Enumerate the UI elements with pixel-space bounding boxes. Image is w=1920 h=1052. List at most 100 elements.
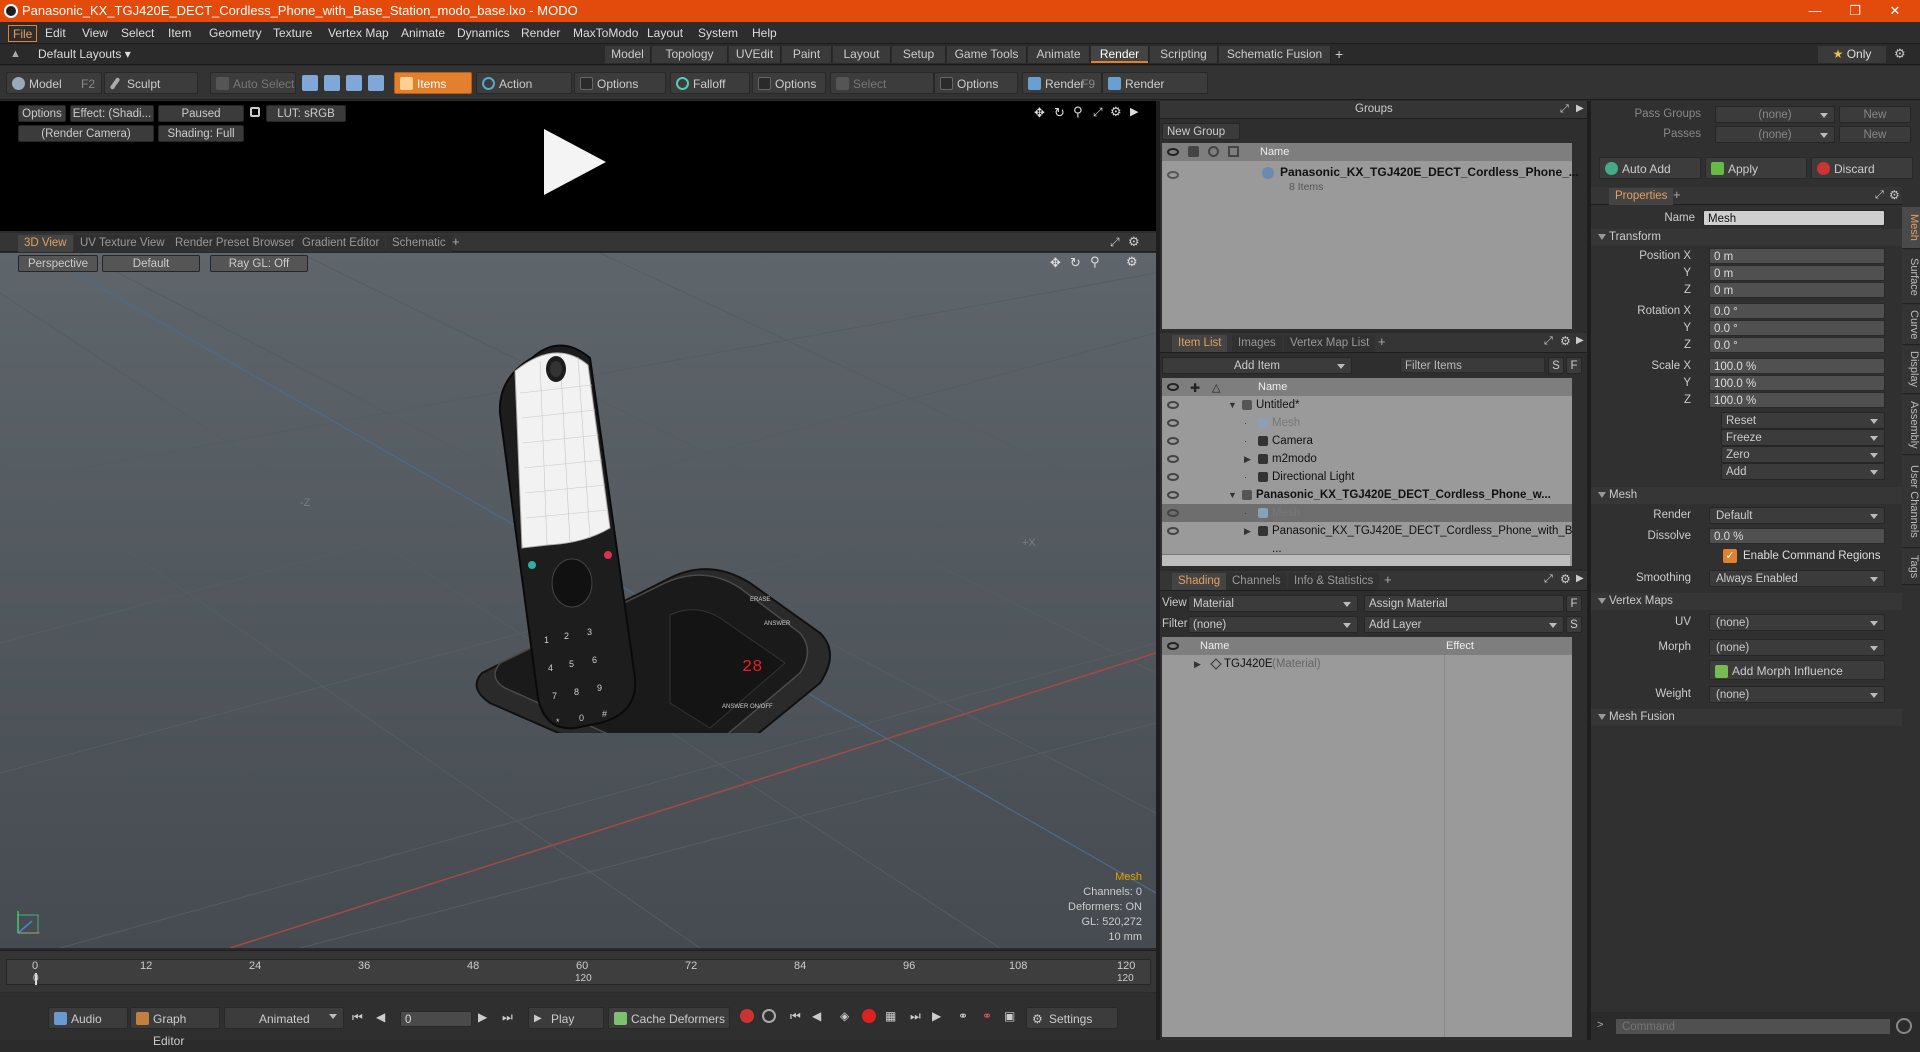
menu-file[interactable]: File [8,25,38,42]
morph-dropdown[interactable]: (none) [1709,639,1885,656]
item-list-gear-icon[interactable]: ⚙ [1560,334,1571,348]
groups-row[interactable]: Panasonic_KX_TGJ420E_DECT_Cordless_Phone… [1162,161,1579,197]
model-button[interactable]: Model F2 [6,72,102,94]
select-through-options-button[interactable]: Options [934,72,1018,94]
materials-mode-icon[interactable] [368,75,384,91]
visibility-icon[interactable] [1167,437,1179,445]
tab-3d-view[interactable]: 3D View [18,235,73,252]
select-through-button[interactable]: Select Through [830,72,934,113]
timeline-panel[interactable]: 0 12 24 36 48 60 72 84 96 108 120 0 120 … [0,950,1156,992]
command-history-icon[interactable] [1896,1018,1912,1034]
vtab-display[interactable]: Display [1902,346,1920,394]
items-mode-button[interactable]: Items [394,72,472,94]
move-view-icon[interactable]: ✥ [1034,105,1045,121]
default-layouts-dropdown[interactable]: Default Layouts ▾ [38,47,131,61]
record-icon[interactable] [862,1009,876,1023]
menu-dynamics[interactable]: Dynamics [457,25,510,42]
mesh-section[interactable]: Mesh [1591,487,1902,504]
key-filter-icon[interactable]: ▣ [1004,1009,1015,1023]
menu-system[interactable]: System [698,25,738,42]
visibility-icon[interactable] [1167,527,1179,535]
position-x-input[interactable]: 0 m [1709,248,1885,264]
tab-shading[interactable]: Shading [1172,573,1227,590]
shading-style-dropdown[interactable]: Default [102,255,200,272]
next-key-icon[interactable]: ⏭ [910,1009,921,1024]
viewport-gear-icon[interactable]: ⚙ [1128,234,1140,250]
uv-dropdown[interactable]: (none) [1709,614,1885,631]
shading-dropdown[interactable]: Shading: Full [158,125,244,142]
item-list-row[interactable]: · Mesh [1162,504,1572,522]
add-layer-dropdown[interactable]: Add Layer [1364,616,1564,633]
restore-icon[interactable]: ❐ [1835,0,1875,22]
minimize-icon[interactable]: — [1795,0,1835,22]
view-gear-icon[interactable]: ⚙ [1110,104,1122,120]
tab-uv-texture-view[interactable]: UV Texture View [74,235,171,252]
collapse-arrow-icon[interactable]: ▼ [1228,486,1237,504]
properties-gear-icon[interactable]: ⚙ [1889,188,1900,202]
filter-dropdown[interactable]: (none) [1188,616,1358,633]
tab-animate[interactable]: Animate [1028,46,1090,63]
viewport-zoom-icon[interactable]: ⚲ [1090,254,1100,270]
viewport-rotate-icon[interactable]: ↻ [1070,255,1081,271]
layout-collapse-icon[interactable]: ▲ [10,48,21,60]
vtab-curve[interactable]: Curve [1902,305,1920,345]
audio-button[interactable]: Audio [48,1007,128,1029]
weight-dropdown[interactable]: (none) [1709,686,1885,703]
shading-gear-icon[interactable]: ⚙ [1560,572,1571,586]
apply-button[interactable]: Apply [1705,157,1807,179]
edges-mode-icon[interactable] [324,75,340,91]
menu-help[interactable]: Help [752,25,777,42]
add-morph-influence-button[interactable]: Add Morph Influence [1709,660,1885,680]
settings-button[interactable]: ⚙ Settings [1026,1007,1118,1029]
auto-select-button[interactable]: Auto Select [210,72,296,94]
tab-item-list[interactable]: Item List [1172,335,1228,352]
polygons-mode-icon[interactable] [346,75,362,91]
scale-x-input[interactable]: 100.0 % [1709,358,1885,374]
menu-vertex-map[interactable]: Vertex Map [328,25,389,42]
position-y-input[interactable]: 0 m [1709,265,1885,281]
raygl-toggle[interactable]: Ray GL: Off [210,255,308,272]
key-all-icon[interactable]: ▦ [885,1009,896,1023]
menu-maxtomodo[interactable]: MaxToModo [573,25,638,42]
scale-y-input[interactable]: 100.0 % [1709,375,1885,391]
action-center-button[interactable]: Action Center [476,72,572,113]
expand-arrow-icon[interactable]: · [1244,504,1247,522]
visibility-icon[interactable] [1167,509,1179,517]
expand-arrow-icon[interactable]: · [1244,414,1247,432]
item-list-row[interactable]: · Camera [1162,432,1572,450]
add-item-dropdown[interactable]: Add Item [1162,357,1352,374]
visibility-icon[interactable] [1167,455,1179,463]
dissolve-input[interactable]: 0.0 % [1709,528,1885,544]
shader-row-material[interactable]: ▶ TGJ420E (Material) [1162,655,1572,673]
only-toggle[interactable]: ★ Only [1818,46,1886,63]
rotation-x-input[interactable]: 0.0 ° [1709,303,1885,319]
item-list-row[interactable]: ▼ Panasonic_KX_TGJ420E_DECT_Cordless_Phon… [1162,486,1572,504]
discard-button[interactable]: Discard [1811,157,1913,179]
add-dropdown[interactable]: Add [1721,463,1885,480]
tab-render-preset-browser[interactable]: Render Preset Browser [169,235,301,252]
prev-key-icon[interactable]: ⏮ [790,1009,801,1024]
paused-button[interactable]: Paused [158,105,244,122]
render-window-button[interactable]: Render Window [1102,72,1208,113]
play-render-icon[interactable] [540,127,610,197]
cache-deformers-button[interactable]: Cache Deformers [608,1007,730,1029]
freeze-dropdown[interactable]: Freeze [1721,429,1885,446]
render-options-button[interactable]: Options [18,105,66,122]
expand-arrow-icon[interactable]: · [1244,432,1247,450]
item-list-hscrollbar[interactable] [1162,554,1570,566]
tab-layout[interactable]: Layout [833,46,891,63]
expand-arrow-icon[interactable]: · [1244,468,1247,486]
menu-texture[interactable]: Texture [273,25,312,42]
smoothing-dropdown[interactable]: Always Enabled [1709,570,1885,587]
menu-item[interactable]: Item [168,25,191,42]
groups-menu-icon[interactable]: ▶ [1576,103,1584,114]
viewport-maximize-icon[interactable]: ⤢ [1110,235,1120,250]
falloff-button[interactable]: Falloff [670,72,750,94]
tab-info-statistics[interactable]: Info & Statistics [1288,573,1380,590]
play-button[interactable]: ▶ Play [528,1007,604,1029]
mesh-fusion-section[interactable]: Mesh Fusion [1591,709,1902,726]
item-list-row[interactable]: ▶ Panasonic_KX_TGJ420E_DECT_Cordless_Phon… [1162,522,1572,555]
render-dropdown[interactable]: Default [1709,507,1885,524]
menu-geometry[interactable]: Geometry [209,25,262,42]
shading-f-button[interactable]: F [1566,595,1582,612]
